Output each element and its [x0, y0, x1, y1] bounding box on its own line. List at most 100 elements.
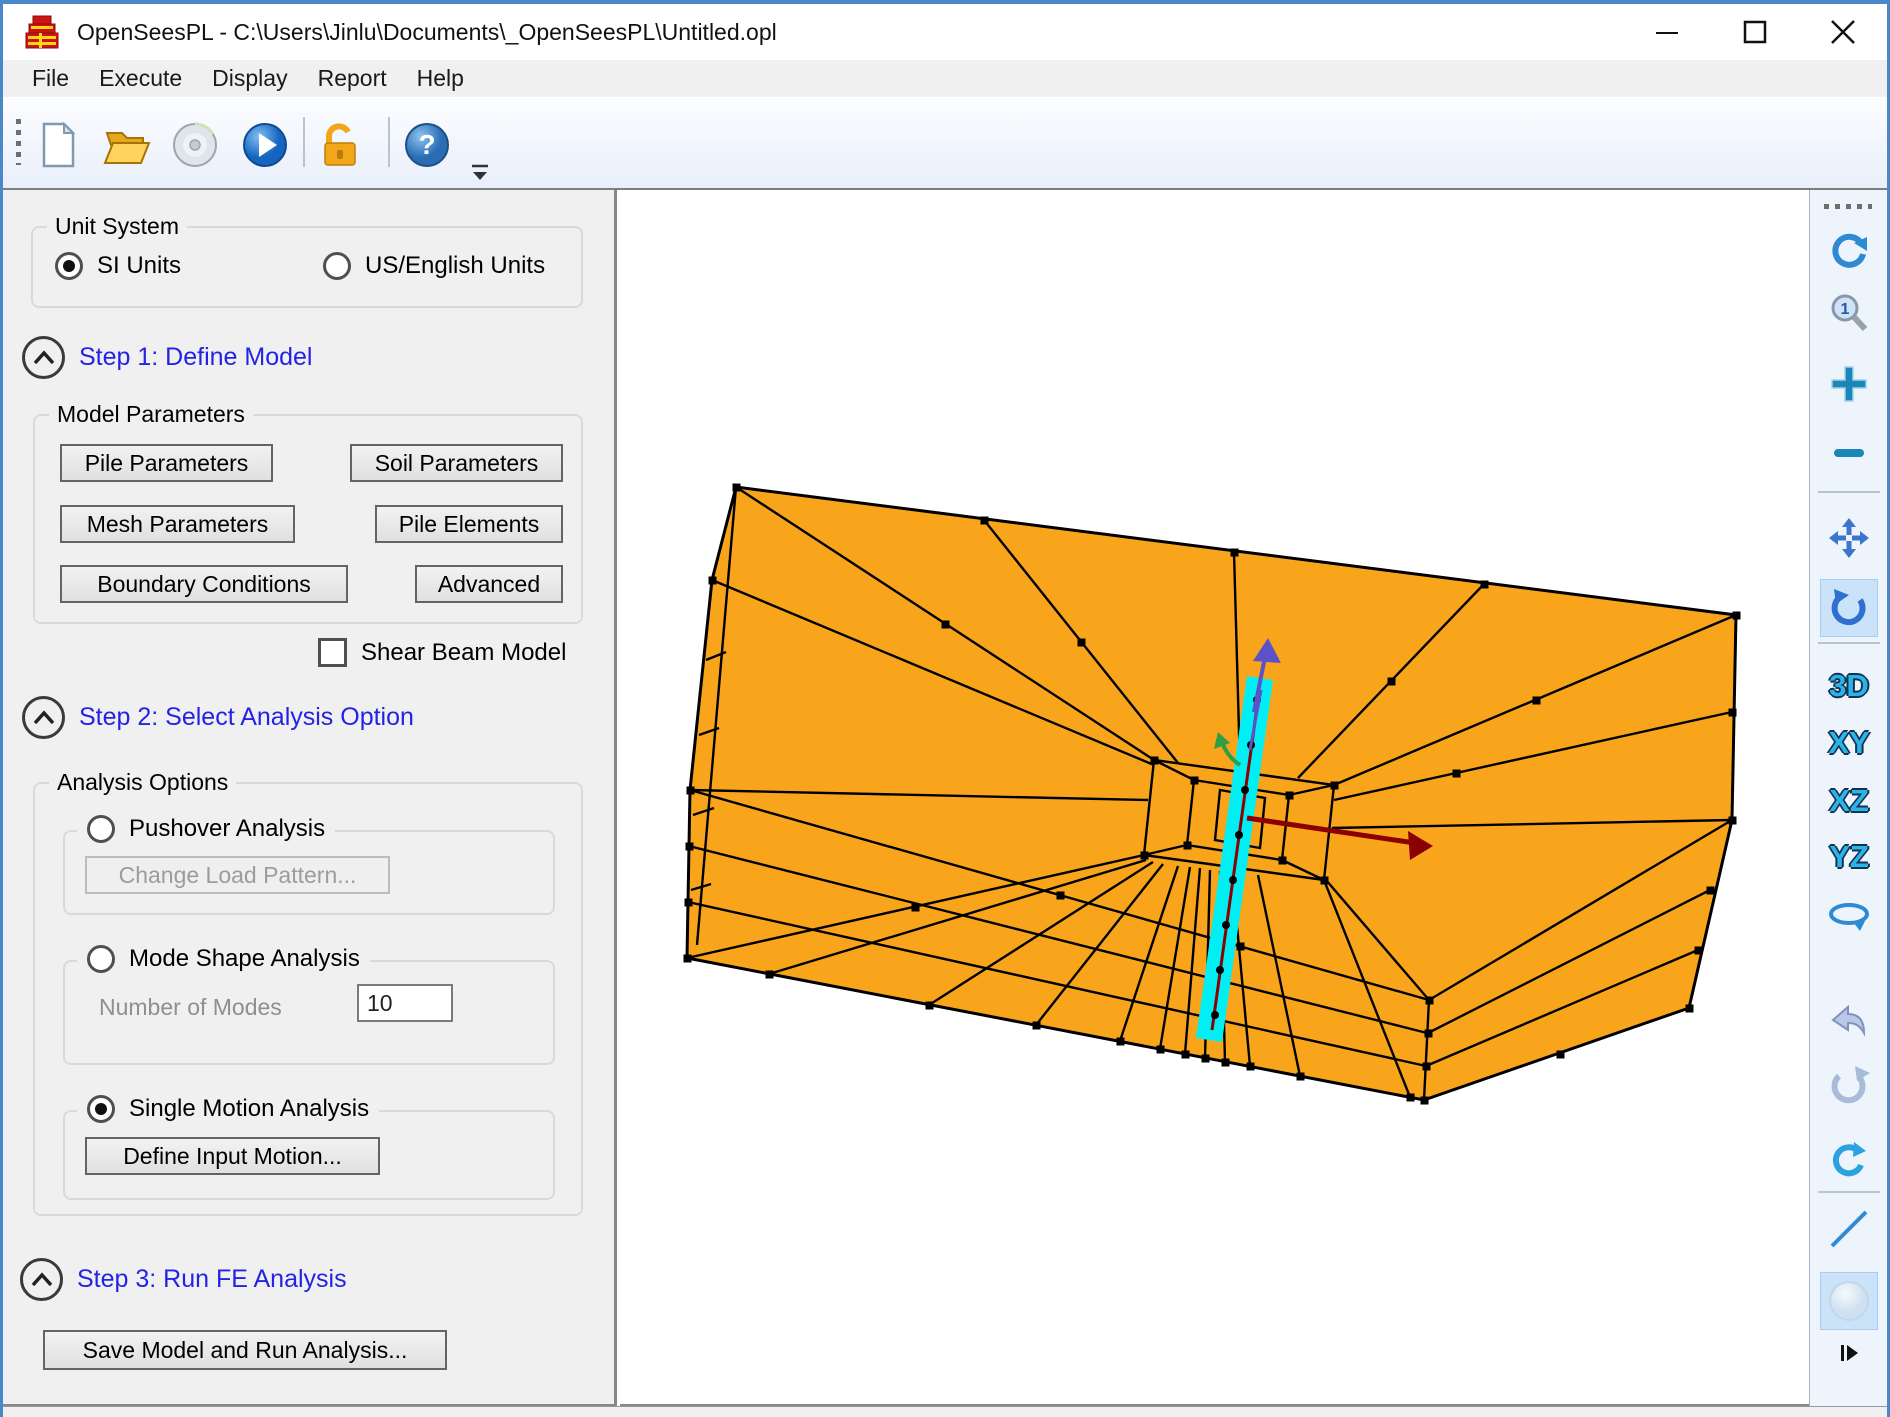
- control-panel: Unit System SI Units US/English Units St…: [3, 190, 617, 1406]
- single-motion-option[interactable]: Single Motion Analysis: [77, 1095, 379, 1123]
- menu-file[interactable]: File: [17, 62, 84, 95]
- step1-header[interactable]: Step 1: Define Model: [22, 336, 312, 379]
- window-title: OpenSeesPL - C:\Users\Jinlu\Documents\_O…: [77, 19, 777, 46]
- pan-arrows-icon: [1827, 516, 1871, 560]
- toolbar-overflow-icon[interactable]: [469, 163, 491, 183]
- run-play-icon[interactable]: [239, 119, 291, 171]
- number-of-modes-input[interactable]: [357, 984, 453, 1022]
- minus-icon: [1827, 431, 1871, 475]
- redo-arrow-icon: [1827, 1139, 1871, 1183]
- menu-execute[interactable]: Execute: [84, 62, 197, 95]
- rotate-button[interactable]: [1820, 579, 1878, 637]
- app-logo-icon: [23, 13, 61, 51]
- maximize-icon: [1741, 18, 1769, 46]
- model-parameters-group: Model Parameters Pile Parameters Soil Pa…: [33, 414, 583, 624]
- boundary-conditions-button[interactable]: Boundary Conditions: [60, 565, 348, 603]
- unit-system-group: Unit System SI Units US/English Units: [31, 226, 583, 308]
- pile-elements-button[interactable]: Pile Elements: [375, 505, 563, 543]
- view-toolbar-drag-handle[interactable]: [1824, 204, 1872, 209]
- us-units-option[interactable]: US/English Units: [323, 252, 545, 280]
- zoom-1-icon: 1: [1827, 292, 1871, 336]
- minimize-icon: [1653, 18, 1681, 46]
- step3-title: Step 3: Run FE Analysis: [77, 1265, 347, 1294]
- mode-shape-option[interactable]: Mode Shape Analysis: [77, 945, 370, 973]
- menu-bar: File Execute Display Report Help: [3, 60, 1887, 97]
- redo-button[interactable]: [1820, 1132, 1878, 1190]
- pushover-radio[interactable]: [87, 815, 115, 843]
- single-motion-radio[interactable]: [87, 1095, 115, 1123]
- redraw-button[interactable]: [1820, 222, 1878, 280]
- model-parameters-label: Model Parameters: [49, 401, 253, 428]
- analysis-options-label: Analysis Options: [49, 769, 236, 796]
- shear-beam-checkbox[interactable]: [318, 638, 347, 667]
- undo-button[interactable]: [1820, 994, 1878, 1052]
- refresh-icon: [1827, 229, 1871, 273]
- plus-icon: [1827, 362, 1871, 406]
- pushover-option[interactable]: Pushover Analysis: [77, 815, 335, 843]
- toolbar-separator: [388, 117, 390, 167]
- sphere-tool-button[interactable]: [1820, 1272, 1878, 1330]
- app-window: OpenSeesPL - C:\Users\Jinlu\Documents\_O…: [0, 0, 1890, 1417]
- step2-header[interactable]: Step 2: Select Analysis Option: [22, 696, 414, 739]
- rotate-ccw-icon: [1827, 586, 1871, 630]
- zoom-in-button[interactable]: [1820, 355, 1878, 413]
- minimize-button[interactable]: [1623, 4, 1711, 60]
- us-units-radio[interactable]: [323, 252, 351, 280]
- analysis-options-group: Analysis Options Pushover Analysis Chang…: [33, 782, 583, 1216]
- collapse-chevron-icon[interactable]: [22, 696, 65, 739]
- view-yz-button[interactable]: YZ: [1820, 828, 1878, 886]
- view-xy-button[interactable]: XY: [1820, 714, 1878, 772]
- rotate-back-button[interactable]: [1820, 1057, 1878, 1115]
- toolbar-drag-handle[interactable]: [16, 119, 21, 165]
- close-icon: [1828, 17, 1858, 47]
- number-of-modes-label: Number of Modes: [99, 994, 282, 1021]
- mode-shape-radio[interactable]: [87, 945, 115, 973]
- mesh-parameters-button[interactable]: Mesh Parameters: [60, 505, 295, 543]
- step2-title: Step 2: Select Analysis Option: [79, 703, 414, 732]
- unlock-icon[interactable]: [315, 119, 367, 171]
- svg-text:?: ?: [418, 129, 435, 160]
- shear-beam-option[interactable]: Shear Beam Model: [318, 638, 566, 667]
- main-toolbar: ?: [3, 97, 1887, 190]
- menu-report[interactable]: Report: [303, 62, 402, 95]
- sphere-icon: [1825, 1277, 1873, 1325]
- collapse-chevron-icon[interactable]: [22, 336, 65, 379]
- save-and-run-button[interactable]: Save Model and Run Analysis...: [43, 1330, 447, 1370]
- model-3d-view[interactable]: [620, 190, 1809, 1406]
- soil-parameters-button[interactable]: Soil Parameters: [350, 444, 563, 482]
- fe-mesh-plot: [620, 190, 1809, 1404]
- menu-help[interactable]: Help: [402, 62, 479, 95]
- svg-text:1: 1: [1841, 301, 1850, 318]
- menu-display[interactable]: Display: [197, 62, 302, 95]
- si-units-option[interactable]: SI Units: [55, 252, 181, 280]
- pile-parameters-button[interactable]: Pile Parameters: [60, 444, 273, 482]
- unit-system-label: Unit System: [47, 213, 187, 240]
- step1-title: Step 1: Define Model: [79, 343, 312, 372]
- expand-toolbar-button[interactable]: [1820, 1338, 1878, 1368]
- view-toolbar: 1: [1809, 190, 1887, 1406]
- help-icon[interactable]: ?: [401, 119, 453, 171]
- view-3d-button[interactable]: 3D: [1820, 657, 1878, 715]
- draw-line-button[interactable]: [1820, 1200, 1878, 1258]
- new-file-icon[interactable]: [31, 119, 83, 171]
- title-bar: OpenSeesPL - C:\Users\Jinlu\Documents\_O…: [3, 4, 1887, 60]
- step3-header[interactable]: Step 3: Run FE Analysis: [20, 1258, 347, 1301]
- define-input-motion-button[interactable]: Define Input Motion...: [85, 1137, 380, 1175]
- pushover-group: Pushover Analysis Change Load Pattern...: [63, 830, 555, 915]
- pan-button[interactable]: [1820, 509, 1878, 567]
- toolbar-separator: [303, 117, 305, 167]
- si-units-radio[interactable]: [55, 252, 83, 280]
- view-toolbar-separator: [1818, 491, 1880, 493]
- advanced-button[interactable]: Advanced: [415, 565, 563, 603]
- zoom-actual-button[interactable]: 1: [1820, 285, 1878, 343]
- open-folder-icon[interactable]: [101, 119, 153, 171]
- maximize-button[interactable]: [1711, 4, 1799, 60]
- disc-icon[interactable]: [169, 119, 221, 171]
- orbit-button[interactable]: [1820, 887, 1878, 945]
- collapse-chevron-icon[interactable]: [20, 1258, 63, 1301]
- view-xz-button[interactable]: XZ: [1820, 772, 1878, 830]
- zoom-out-button[interactable]: [1820, 424, 1878, 482]
- line-icon: [1827, 1207, 1871, 1251]
- close-button[interactable]: [1799, 4, 1887, 60]
- change-load-pattern-button: Change Load Pattern...: [85, 856, 390, 894]
